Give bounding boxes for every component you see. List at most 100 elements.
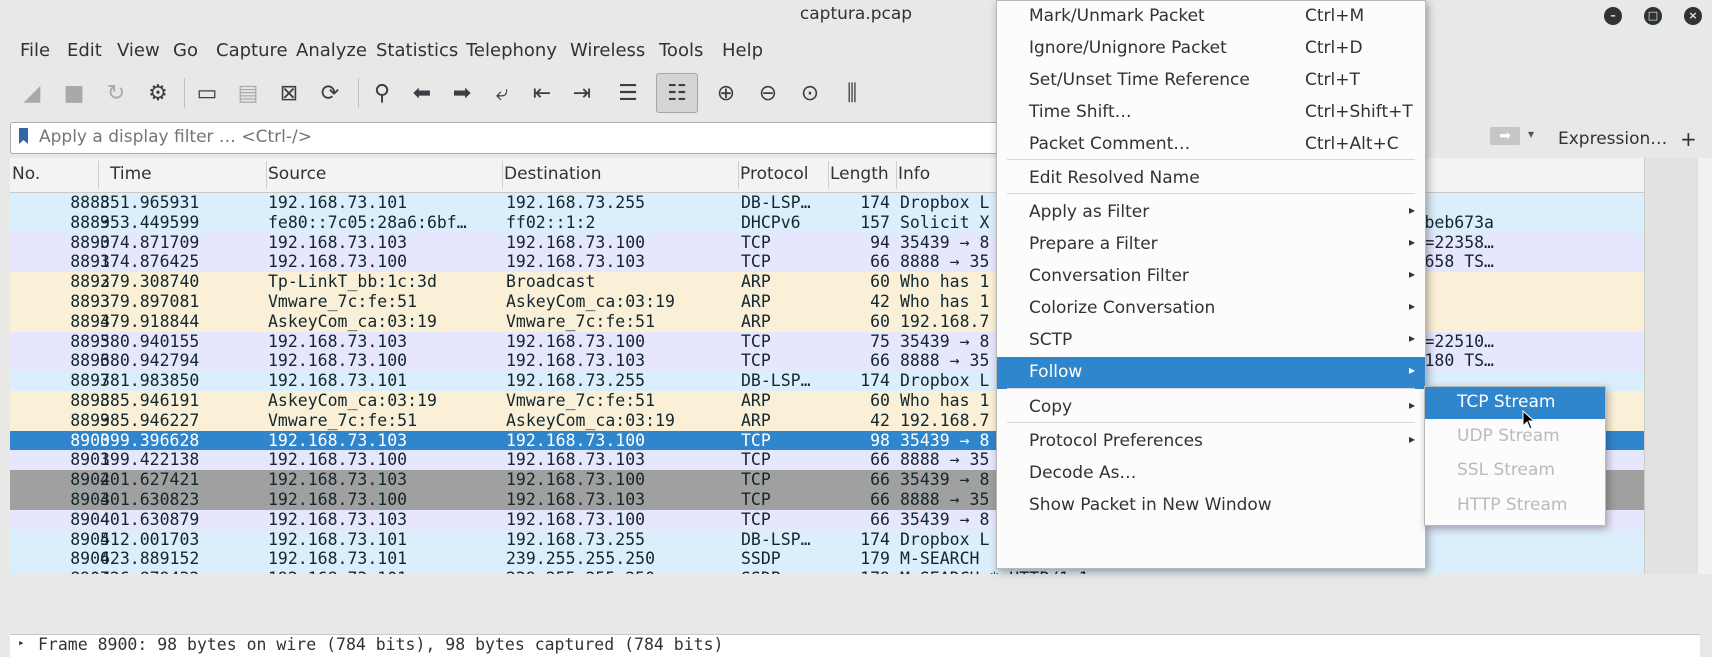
back-arrow-icon[interactable]: ⬅ (404, 75, 440, 111)
menu-help[interactable]: Help (722, 40, 763, 61)
expand-arrow-icon[interactable]: ▸ (18, 636, 25, 649)
ctx-item-mark-unmark-packet[interactable]: Mark/Unmark Packet Ctrl+M (997, 1, 1425, 33)
forward-arrow-icon[interactable]: ➡ (444, 75, 480, 111)
zoom-out-icon[interactable]: ⊖ (750, 75, 786, 111)
close-icon[interactable]: × (1684, 7, 1702, 25)
autoscroll-icon[interactable]: ☰ (610, 75, 646, 111)
cell-protocol: SSDP (741, 569, 781, 574)
column-header-protocol[interactable]: Protocol (740, 164, 809, 184)
menu-file[interactable]: File (20, 40, 50, 61)
cell-source: 192.168.73.101 (268, 549, 408, 569)
cell-destination: Vmware_7c:fe:51 (506, 311, 656, 331)
cell-protocol: TCP (741, 252, 771, 272)
ctx-item-packet-comment[interactable]: Packet Comment… Ctrl+Alt+C (997, 129, 1425, 161)
column-header-source[interactable]: Source (268, 164, 326, 184)
add-filter-button[interactable]: + (1680, 124, 1697, 154)
cell-length: 60 (870, 391, 890, 410)
ctx-item-prepare-a-filter[interactable]: Prepare a Filter ▸ (997, 229, 1425, 261)
cell-info: Who has 1 (900, 292, 990, 311)
menu-wireless[interactable]: Wireless (570, 40, 645, 61)
menu-telephony[interactable]: Telephony (466, 40, 557, 61)
search-icon[interactable]: ⚲ (364, 75, 400, 111)
column-header-no[interactable]: No. (12, 164, 40, 184)
colorize-icon[interactable]: ☷ (656, 73, 698, 113)
column-divider (896, 161, 897, 189)
cell-source: 192.168.73.100 (268, 351, 408, 371)
column-divider (266, 161, 267, 189)
cell-no: 8895 (70, 331, 110, 351)
column-header-time[interactable]: Time (110, 164, 152, 184)
menu-analyze[interactable]: Analyze (296, 40, 367, 61)
cell-source: AskeyCom_ca:03:19 (268, 391, 437, 410)
menu-statistics[interactable]: Statistics (376, 40, 458, 61)
cell-protocol: TCP (741, 509, 771, 529)
open-folder-icon[interactable]: ▭ (189, 75, 225, 111)
cell-source: 192.168.73.101 (268, 529, 408, 549)
bookmark-icon[interactable] (19, 128, 28, 144)
cell-destination: 239.255.255.250 (506, 569, 655, 574)
menu-edit[interactable]: Edit (67, 40, 102, 61)
ctx-item-copy[interactable]: Copy ▸ (997, 392, 1425, 424)
ctx-item-ignore-unignore-packet[interactable]: Ignore/Unignore Packet Ctrl+D (997, 33, 1425, 65)
restart-icon[interactable]: ↻ (98, 75, 134, 111)
last-packet-icon[interactable]: ⇥ (564, 75, 600, 111)
column-header-destination[interactable]: Destination (504, 164, 602, 184)
ctx-item-time-shift[interactable]: Time Shift… Ctrl+Shift+T (997, 97, 1425, 129)
ctx-item-label: Set/Unset Time Reference (1029, 70, 1250, 90)
zoom-in-icon[interactable]: ⊕ (708, 75, 744, 111)
options-gear-icon[interactable]: ⚙ (140, 75, 176, 111)
ctx-item-colorize-conversation[interactable]: Colorize Conversation ▸ (997, 293, 1425, 325)
table-row[interactable]: 8907426.879432 192.168.73.101 239.255.255.… (10, 569, 1644, 574)
reload-icon[interactable]: ⟳ (312, 75, 348, 111)
submenu-arrow-icon: ▸ (1409, 363, 1416, 377)
cell-source: fe80::7c05:28a6:6bf… (268, 212, 467, 232)
column-header-length[interactable]: Length (830, 164, 889, 184)
menu-view[interactable]: View (117, 40, 160, 61)
minimize-icon[interactable]: – (1604, 7, 1622, 25)
cell-source: 192.168.73.100 (268, 490, 408, 509)
maximize-icon[interactable]: □ (1644, 7, 1662, 25)
menu-tools[interactable]: Tools (659, 40, 703, 61)
ctx-item-shortcut: Ctrl+D (1305, 38, 1363, 58)
ctx-item-set-unset-time-reference[interactable]: Set/Unset Time Reference Ctrl+T (997, 65, 1425, 97)
cell-time: 385.946227 (100, 410, 200, 430)
ctx-item-conversation-filter[interactable]: Conversation Filter ▸ (997, 261, 1425, 293)
cell-protocol: TCP (741, 232, 771, 252)
cell-source: 192.168.73.103 (268, 430, 408, 450)
ctx-item-show-packet-in-new-window[interactable]: Show Packet in New Window (997, 490, 1425, 522)
close-file-icon[interactable]: ⊠ (271, 75, 307, 111)
ctx-item-decode-as[interactable]: Decode As… (997, 458, 1425, 490)
shark-fin-start-icon[interactable]: ◢ (14, 75, 50, 111)
expression-button[interactable]: Expression… (1552, 124, 1673, 154)
menu-capture[interactable]: Capture (216, 40, 288, 61)
cell-destination: 192.168.73.103 (506, 450, 646, 470)
title-bar: captura.pcap – □ × (0, 0, 1712, 32)
vertical-scrollbar[interactable] (1698, 158, 1712, 574)
ctx-item-sctp[interactable]: SCTP ▸ (997, 325, 1425, 357)
ctx-item-follow[interactable]: Follow ▸ (997, 357, 1425, 389)
goto-packet-icon[interactable]: ⤶ (484, 75, 520, 111)
save-icon[interactable]: ▤ (230, 75, 266, 111)
packet-minimap[interactable] (1644, 158, 1699, 574)
ctx-item-edit-resolved-name[interactable]: Edit Resolved Name (997, 163, 1425, 195)
display-filter-input[interactable] (39, 127, 989, 147)
resize-columns-icon[interactable]: ⫼ (834, 75, 870, 111)
follow-tcp-stream[interactable]: TCP Stream (1425, 387, 1605, 419)
menu-go[interactable]: Go (173, 40, 198, 61)
column-header-info[interactable]: Info (898, 164, 930, 184)
cell-length: 174 (860, 193, 890, 212)
ctx-item-shortcut: Ctrl+Shift+T (1305, 102, 1413, 122)
cell-length: 179 (860, 549, 890, 569)
frame-summary[interactable]: Frame 8900: 98 bytes on wire (784 bits),… (38, 635, 723, 654)
zoom-normal-icon[interactable]: ⊙ (792, 75, 828, 111)
ctx-item-protocol-preferences[interactable]: Protocol Preferences ▸ (997, 426, 1425, 458)
ctx-item-label: Apply as Filter (1029, 202, 1150, 222)
packet-context-menu: Mark/Unmark Packet Ctrl+M Ignore/Unignore … (996, 0, 1426, 569)
cell-length: 66 (870, 252, 890, 272)
stop-icon[interactable]: ■ (56, 75, 92, 111)
submenu-arrow-icon: ▸ (1409, 235, 1416, 249)
filter-dropdown-icon[interactable]: ▾ (1528, 127, 1534, 141)
first-packet-icon[interactable]: ⇤ (524, 75, 560, 111)
apply-filter-arrow-icon[interactable]: ➡ (1490, 127, 1520, 145)
ctx-item-apply-as-filter[interactable]: Apply as Filter ▸ (997, 197, 1425, 229)
